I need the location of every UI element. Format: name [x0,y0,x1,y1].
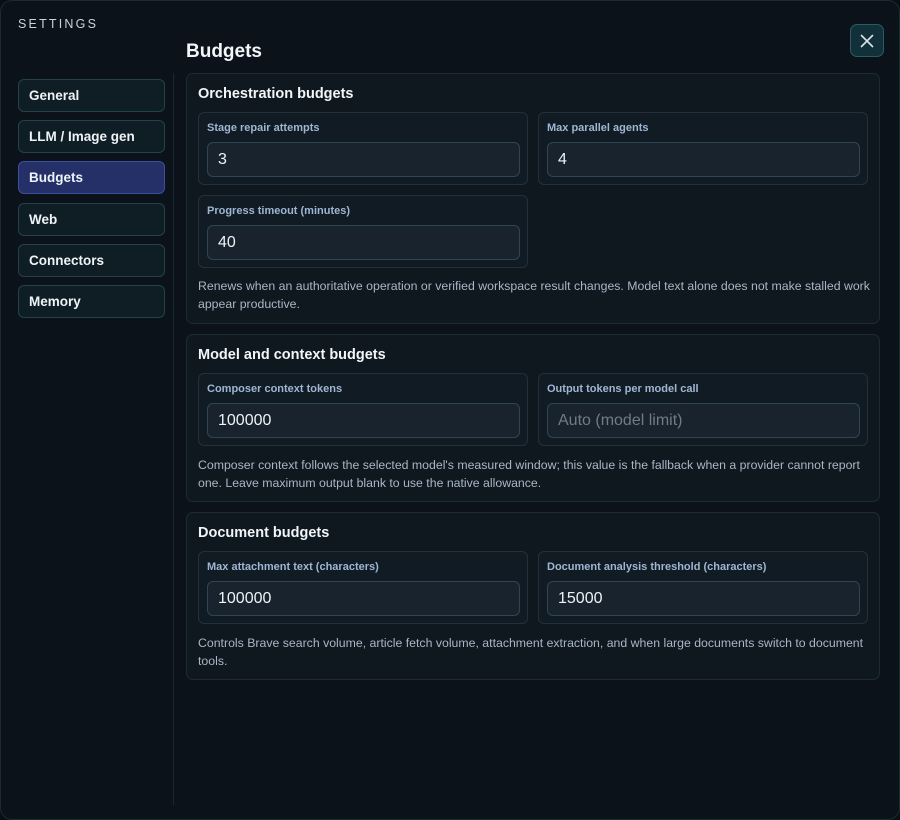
settings-dialog: SETTINGS Budgets General LLM / Image gen… [0,0,900,820]
section-title: Model and context budgets [198,347,386,363]
nav-divider [173,73,174,805]
field-label: Max attachment text (characters) [207,561,379,573]
field-label: Stage repair attempts [207,122,320,134]
help-text: Composer context follows the selected mo… [198,458,860,490]
nav-item-label: Web [29,211,58,227]
nav-item-label: Memory [29,293,81,309]
analysis-threshold-input[interactable] [547,581,860,616]
max-parallel-field: Max parallel agents [538,112,868,185]
field-label: Progress timeout (minutes) [207,205,351,217]
close-button[interactable] [850,24,884,57]
nav-item-llm-image-gen[interactable]: LLM / Image gen [18,120,165,154]
help-text: Renews when an authoritative operation o… [198,279,870,311]
nav-item-connectors[interactable]: Connectors [18,243,165,277]
nav-item-label: Budgets [29,170,83,186]
nav-item-label: Connectors [29,252,105,268]
field-label: Max parallel agents [547,122,649,134]
settings-heading: SETTINGS [18,17,99,31]
stage-repair-input[interactable] [207,142,520,177]
output-tokens-field: Output tokens per model call [538,373,868,446]
max-attachment-input[interactable] [207,581,520,616]
nav-item-label: General [29,88,80,103]
composer-tokens-input[interactable] [207,403,520,438]
section-title: Orchestration budgets [198,86,354,102]
field-label: Document analysis threshold (characters) [547,561,767,573]
progress-timeout-input[interactable] [207,225,520,260]
progress-timeout-field: Progress timeout (minutes) [198,195,528,268]
stage-repair-field: Stage repair attempts [198,112,528,185]
nav-item-budgets[interactable]: Budgets [18,161,165,195]
field-label: Composer context tokens [207,383,343,395]
max-attachment-field: Max attachment text (characters) [198,551,528,624]
field-label: Output tokens per model call [547,383,699,395]
nav-item-web[interactable]: Web [18,202,165,236]
page-title: Budgets [186,41,262,62]
nav-item-memory[interactable]: Memory [18,284,165,318]
output-tokens-input[interactable] [547,403,860,438]
orchestration-budgets-section: Orchestration budgets Stage repair attem… [186,73,880,324]
analysis-threshold-field: Document analysis threshold (characters) [538,551,868,624]
close-icon [860,34,874,47]
nav-item-label: LLM / Image gen [29,129,135,145]
model-context-budgets-section: Model and context budgets Composer conte… [186,334,880,502]
section-title: Document budgets [198,525,330,541]
max-parallel-input[interactable] [547,142,860,177]
help-text: Controls Brave search volume, article fe… [198,636,864,668]
nav-item-general[interactable]: General [18,79,165,112]
settings-nav: General LLM / Image gen Budgets Web Conn… [18,79,165,326]
composer-tokens-field: Composer context tokens [198,373,528,446]
document-budgets-section: Document budgets Max attachment text (ch… [186,512,880,680]
